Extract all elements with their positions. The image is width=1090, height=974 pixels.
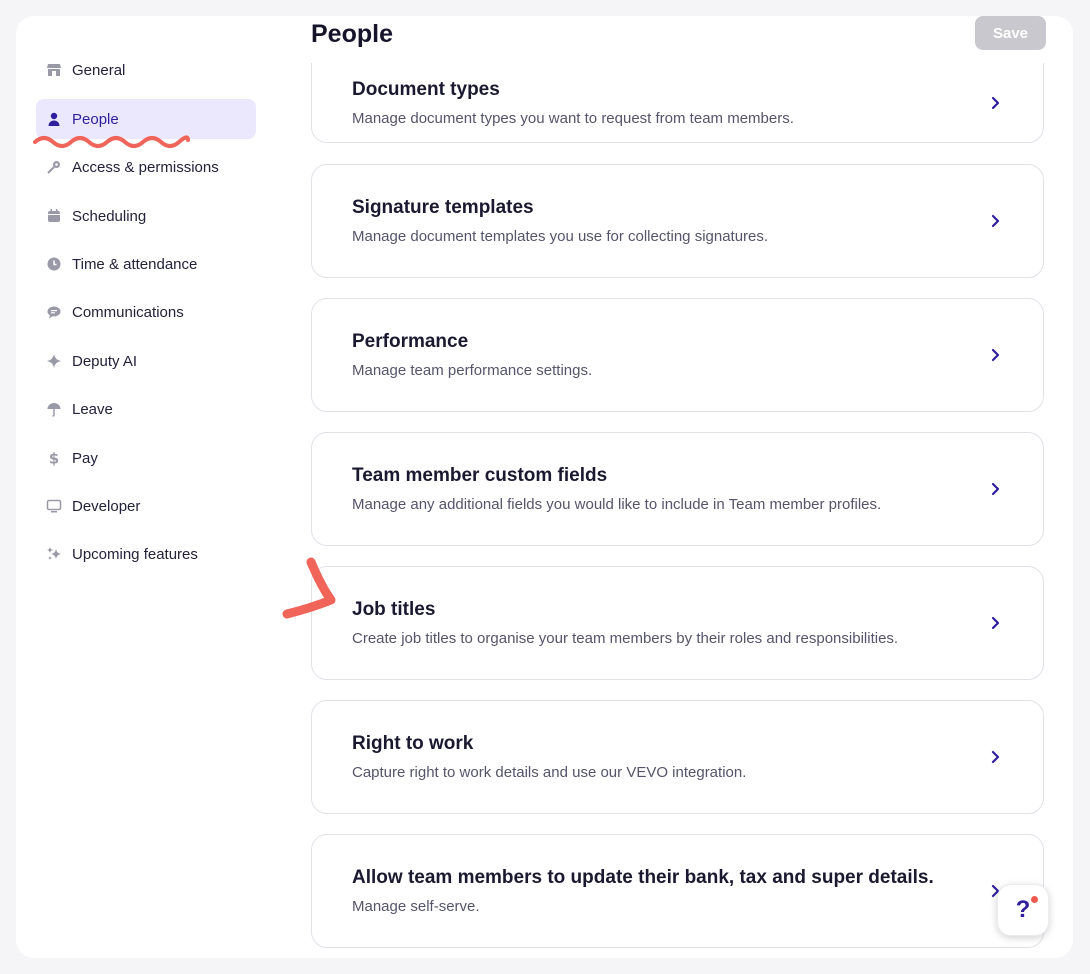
chevron-right-icon [987, 213, 1003, 229]
settings-card-signature-templates[interactable]: Signature templates Manage document temp… [311, 164, 1044, 278]
settings-card-right-to-work[interactable]: Right to work Capture right to work deta… [311, 700, 1044, 814]
card-description: Manage document templates you use for co… [352, 228, 769, 245]
settings-card-job-titles[interactable]: Job titles Create job titles to organise… [311, 566, 1044, 680]
help-button[interactable]: ? [997, 884, 1049, 936]
card-description: Manage self-serve. [352, 898, 480, 915]
settings-card-performance[interactable]: Performance Manage team performance sett… [311, 298, 1044, 412]
arrow-pointer-annotation [282, 557, 336, 619]
help-question-icon: ? [1015, 896, 1031, 923]
settings-card-self-serve-details[interactable]: Allow team members to update their bank,… [311, 834, 1044, 948]
chevron-right-icon [987, 481, 1003, 497]
card-title: Document types [352, 79, 500, 100]
settings-window: General People Access & permissions Sche… [16, 16, 1073, 958]
card-description: Manage any additional fields you would l… [352, 496, 882, 513]
card-description: Manage team performance settings. [352, 362, 593, 379]
save-button[interactable]: Save [975, 16, 1046, 50]
card-title: Performance [352, 331, 469, 352]
chevron-right-icon [987, 95, 1003, 111]
page-title: People [311, 20, 393, 48]
header-bar [278, 16, 1073, 63]
card-title: Signature templates [352, 197, 534, 218]
card-description: Create job titles to organise your team … [352, 630, 899, 647]
notification-dot [1031, 896, 1038, 903]
card-title: Job titles [352, 599, 436, 620]
chevron-right-icon [987, 615, 1003, 631]
card-description: Capture right to work details and use ou… [352, 764, 747, 781]
settings-main: People Save Document types Manage docume… [16, 16, 1073, 958]
card-title: Right to work [352, 733, 474, 754]
chevron-right-icon [987, 749, 1003, 765]
chevron-right-icon [987, 347, 1003, 363]
settings-card-team-member-custom-fields[interactable]: Team member custom fields Manage any add… [311, 432, 1044, 546]
card-description: Manage document types you want to reques… [352, 110, 794, 127]
card-title: Allow team members to update their bank,… [352, 867, 934, 888]
card-title: Team member custom fields [352, 465, 608, 486]
